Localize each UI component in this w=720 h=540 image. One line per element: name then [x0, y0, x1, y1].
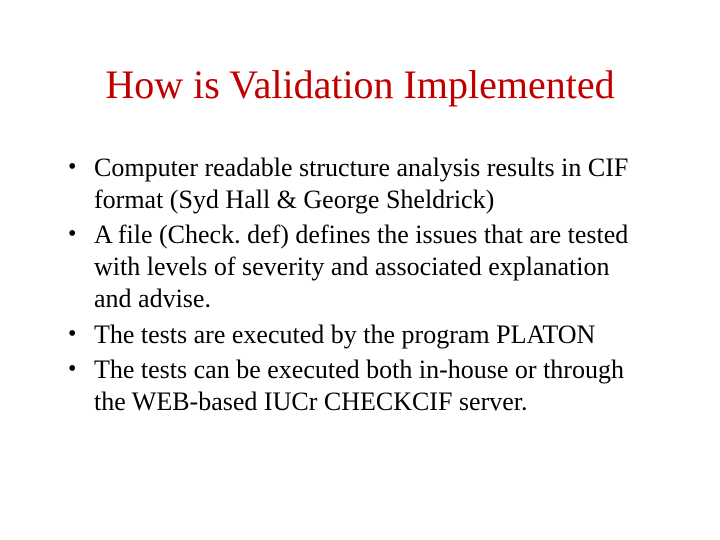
slide: How is Validation Implemented Computer r… — [0, 0, 720, 540]
list-item: Computer readable structure analysis res… — [64, 152, 650, 215]
list-item: The tests are executed by the program PL… — [64, 319, 650, 351]
list-item: The tests can be executed both in-house … — [64, 354, 650, 417]
slide-title: How is Validation Implemented — [60, 62, 660, 108]
bullet-list: Computer readable structure analysis res… — [60, 152, 660, 418]
list-item: A file (Check. def) defines the issues t… — [64, 219, 650, 314]
